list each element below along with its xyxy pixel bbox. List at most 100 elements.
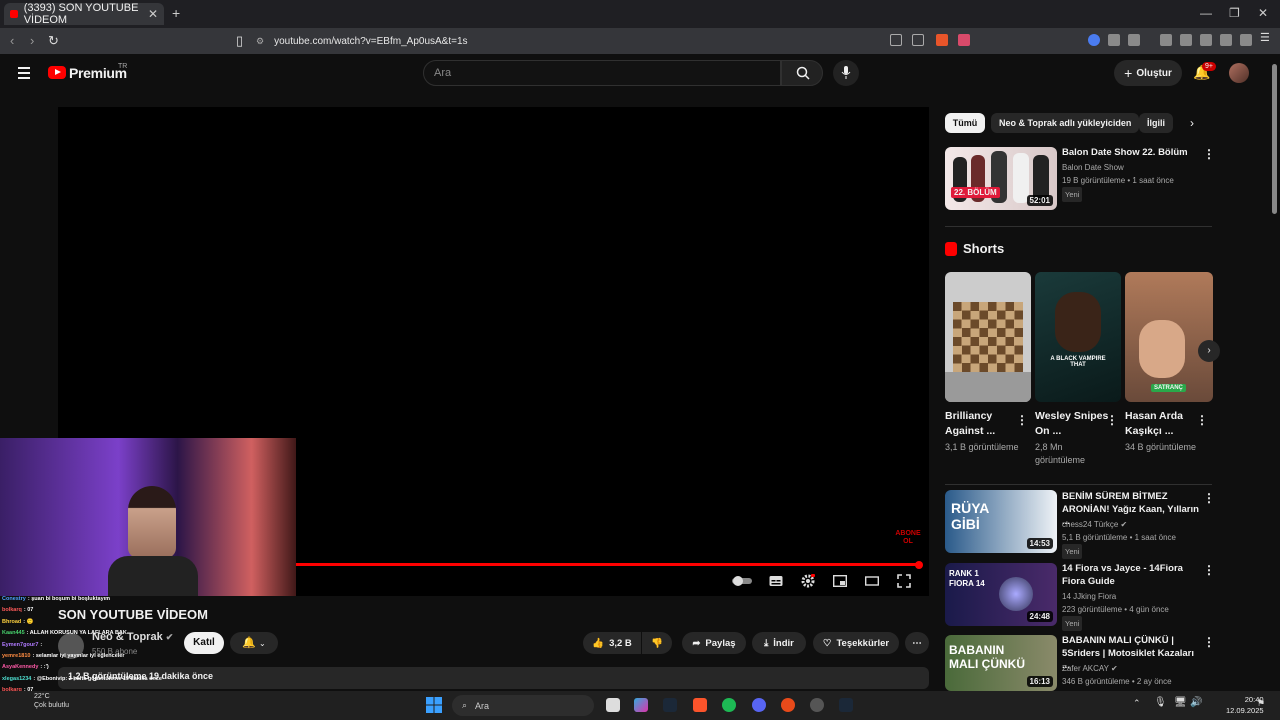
video-channel[interactable]: 14 JJking Fiora bbox=[1062, 590, 1116, 603]
more-vert-icon[interactable]: ⋮ bbox=[1203, 635, 1215, 649]
url-field[interactable]: ⚙ youtube.com/watch?v=EBfm_Ap0usA&t=1s bbox=[256, 31, 876, 51]
short-title[interactable]: Wesley Snipes On ... bbox=[1035, 409, 1109, 438]
leo-ai-icon[interactable] bbox=[1220, 34, 1232, 46]
browser-tab[interactable]: (3393) SON YOUTUBE VİDEOM ✕ bbox=[4, 2, 164, 26]
sidebar-icon[interactable] bbox=[1180, 34, 1192, 46]
more-dots-icon: ⋯ bbox=[912, 637, 922, 649]
wallet-icon[interactable] bbox=[1200, 34, 1212, 46]
reload-icon[interactable]: ↻ bbox=[48, 33, 59, 49]
youtube-logo-icon[interactable] bbox=[48, 66, 66, 79]
settings-gear-icon[interactable] bbox=[801, 574, 815, 588]
site-info-icon[interactable]: ⚙ bbox=[256, 36, 264, 47]
short-title[interactable]: Brilliancy Against ... bbox=[945, 409, 1019, 438]
minimize-icon[interactable]: — bbox=[1200, 6, 1212, 20]
windows-start-icon[interactable] bbox=[426, 697, 442, 713]
download-button[interactable]: ⤓ İndir bbox=[752, 632, 806, 654]
brave-shields-icon[interactable] bbox=[936, 34, 948, 46]
youtube-header: Premium TR Ara + Oluştur 🔔 9+ bbox=[0, 54, 1268, 96]
video-channel[interactable]: Balon Date Show bbox=[1062, 161, 1124, 174]
steam-icon[interactable] bbox=[663, 698, 677, 712]
extensions-icon[interactable] bbox=[1108, 34, 1120, 46]
menu-icon[interactable]: ☰ bbox=[1260, 31, 1270, 44]
bookmark-icon[interactable]: ▯ bbox=[236, 33, 243, 49]
copilot-icon[interactable] bbox=[634, 698, 648, 712]
new-tab-button[interactable]: + bbox=[172, 5, 180, 21]
discord-icon[interactable] bbox=[752, 698, 766, 712]
thanks-button[interactable]: ♡ Teşekkürler bbox=[813, 632, 899, 654]
subscribe-watermark-logo[interactable]: ABONE OL bbox=[893, 530, 923, 546]
video-title[interactable]: Balon Date Show 22. Bölüm bbox=[1062, 147, 1202, 160]
progress-bar[interactable] bbox=[296, 563, 919, 566]
video-thumbnail[interactable]: 22. BÖLÜM 52:01 bbox=[945, 147, 1057, 210]
chat-username: Eymen7gour7 bbox=[2, 641, 39, 648]
short-title[interactable]: Hasan Arda Kaşıkçı ... bbox=[1125, 409, 1199, 438]
search-button[interactable] bbox=[781, 60, 823, 86]
hamburger-menu-icon[interactable] bbox=[18, 67, 30, 82]
more-vert-icon[interactable]: ⋮ bbox=[1203, 563, 1215, 577]
close-tab-icon[interactable]: ✕ bbox=[148, 7, 158, 21]
like-button[interactable]: 👍 3,2 B bbox=[583, 632, 641, 654]
chip-related[interactable]: İlgili bbox=[1139, 113, 1173, 133]
weather-widget[interactable]: 22°C Çok bulutlu bbox=[34, 692, 69, 710]
steam-2-icon[interactable] bbox=[839, 698, 853, 712]
vpn-icon[interactable] bbox=[1240, 34, 1252, 46]
shorts-next-arrow-icon[interactable]: › bbox=[1198, 340, 1220, 362]
obs-icon[interactable] bbox=[810, 698, 824, 712]
music-icon[interactable] bbox=[1160, 34, 1172, 46]
app-icon[interactable] bbox=[781, 698, 795, 712]
video-title[interactable]: 14 Fiora vs Jayce - 14Fiora Fiora Guide bbox=[1062, 563, 1202, 588]
create-button[interactable]: + Oluştur bbox=[1114, 60, 1182, 86]
more-vert-icon[interactable]: ⋮ bbox=[1196, 413, 1208, 427]
subtitles-icon[interactable] bbox=[769, 574, 783, 588]
more-vert-icon[interactable]: ⋮ bbox=[1203, 491, 1215, 505]
chips-next-arrow-icon[interactable]: › bbox=[1190, 116, 1194, 130]
video-channel[interactable]: chess24 Türkçe ✔ bbox=[1062, 518, 1127, 531]
chip-all[interactable]: Tümü bbox=[945, 113, 985, 133]
scrubber-handle[interactable] bbox=[915, 561, 923, 569]
task-view-icon[interactable] bbox=[606, 698, 620, 712]
account-avatar[interactable] bbox=[1229, 63, 1249, 83]
short-thumbnail[interactable] bbox=[945, 272, 1031, 402]
autoplay-toggle-icon[interactable] bbox=[730, 574, 754, 588]
dislike-button[interactable]: 👎 bbox=[642, 632, 672, 654]
close-window-icon[interactable]: ✕ bbox=[1258, 6, 1268, 20]
maximize-icon[interactable]: ❐ bbox=[1229, 6, 1240, 20]
search-input[interactable]: Ara bbox=[423, 60, 781, 86]
more-vert-icon[interactable]: ⋮ bbox=[1016, 413, 1028, 427]
brave-icon[interactable] bbox=[693, 698, 707, 712]
more-actions-button[interactable]: ⋯ bbox=[905, 632, 929, 654]
theater-mode-icon[interactable] bbox=[865, 574, 879, 588]
spotify-icon[interactable] bbox=[722, 698, 736, 712]
chip-from-uploader[interactable]: Neo & Toprak adlı yükleyiciden bbox=[991, 113, 1140, 133]
forward-icon[interactable]: › bbox=[30, 33, 34, 48]
plus-icon: + bbox=[1124, 65, 1133, 81]
miniplayer-icon[interactable] bbox=[833, 574, 847, 588]
short-thumbnail[interactable]: SATRANÇ bbox=[1125, 272, 1213, 402]
tray-chevron-icon[interactable]: ⌃ bbox=[1133, 698, 1141, 709]
thanks-heart-icon: ♡ bbox=[822, 637, 832, 649]
fullscreen-icon[interactable] bbox=[897, 574, 911, 588]
video-thumbnail[interactable]: RÜYA GİBİ 14:53 bbox=[945, 490, 1057, 553]
network-icon[interactable]: 🖥 bbox=[1174, 697, 1187, 708]
rewards-icon[interactable] bbox=[958, 34, 970, 46]
more-vert-icon[interactable]: ⋮ bbox=[1203, 147, 1215, 161]
share-button[interactable]: ➦ Paylaş bbox=[682, 632, 746, 654]
cast-icon[interactable] bbox=[890, 34, 902, 46]
page-scrollbar[interactable] bbox=[1272, 64, 1277, 214]
back-icon[interactable]: ‹ bbox=[10, 33, 14, 48]
chat-username: Conestry bbox=[2, 596, 26, 602]
video-channel[interactable]: Zafer AKCAY ✔ bbox=[1062, 662, 1118, 675]
video-thumbnail[interactable]: RANK 1 FIORA 14 24:48 bbox=[945, 563, 1057, 626]
voice-search-button[interactable] bbox=[833, 60, 859, 86]
subscribed-bell-button[interactable]: 🔔 ⌄ bbox=[230, 632, 278, 654]
extension-1-icon[interactable] bbox=[1088, 34, 1100, 46]
volume-icon[interactable]: 🔊 bbox=[1190, 697, 1202, 708]
extension-2-icon[interactable] bbox=[1128, 34, 1140, 46]
notification-center-icon[interactable]: ⚑ bbox=[1257, 698, 1265, 709]
share-page-icon[interactable] bbox=[912, 34, 924, 46]
more-vert-icon[interactable]: ⋮ bbox=[1106, 413, 1118, 427]
short-thumbnail[interactable]: A BLACK VAMPIRE THAT bbox=[1035, 272, 1121, 402]
taskbar-search[interactable]: ⌕ Ara bbox=[452, 695, 594, 716]
video-thumbnail[interactable]: BABANIN MALI ÇÜNKÜ 16:13 bbox=[945, 635, 1057, 691]
mic-tray-icon[interactable]: 🎙 bbox=[1154, 697, 1167, 708]
